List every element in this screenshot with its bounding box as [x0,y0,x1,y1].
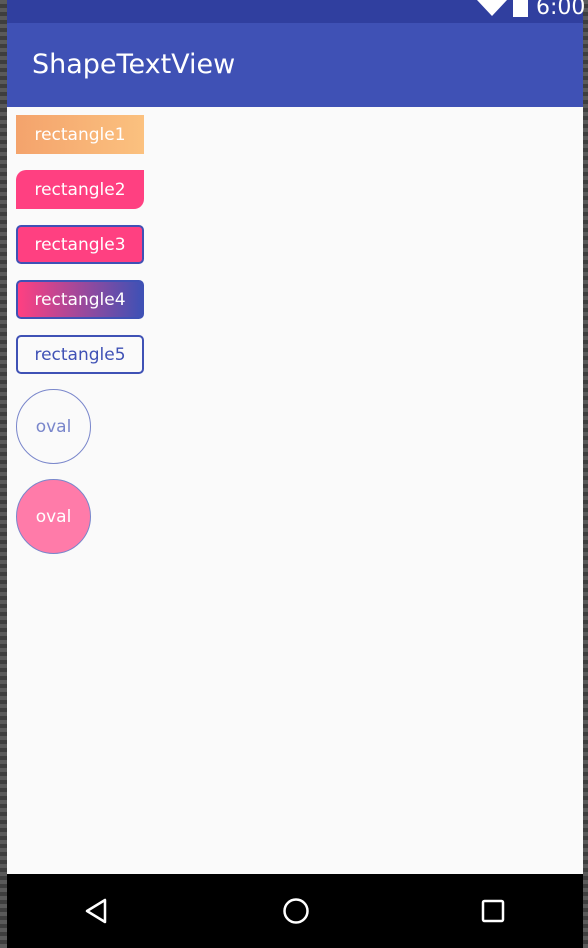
rectangle3-textview: rectangle3 [16,225,144,264]
recents-icon [481,899,505,923]
back-button[interactable] [58,874,138,948]
status-time: 6:00 [536,0,586,20]
navigation-bar [7,874,583,948]
rectangle4-textview: rectangle4 [16,280,144,319]
rectangle1-textview: rectangle1 [16,115,144,154]
device-frame: 6:00 ShapeTextView rectangle1 rectangle2… [0,0,588,948]
content-area: rectangle1 rectangle2 rectangle3 rectang… [7,107,583,874]
home-button[interactable] [256,874,336,948]
rectangle5-textview: rectangle5 [16,335,144,374]
rectangle2-textview: rectangle2 [16,170,144,209]
app-bar: ShapeTextView [7,23,583,107]
back-icon [85,898,107,924]
wifi-icon [477,0,507,16]
battery-icon [513,0,528,17]
app-title: ShapeTextView [32,49,236,80]
status-bar: 6:00 [7,0,586,23]
oval-outline-textview: oval [16,389,91,464]
oval-filled-textview: oval [16,479,91,554]
home-icon [283,898,309,924]
recents-button[interactable] [453,874,533,948]
